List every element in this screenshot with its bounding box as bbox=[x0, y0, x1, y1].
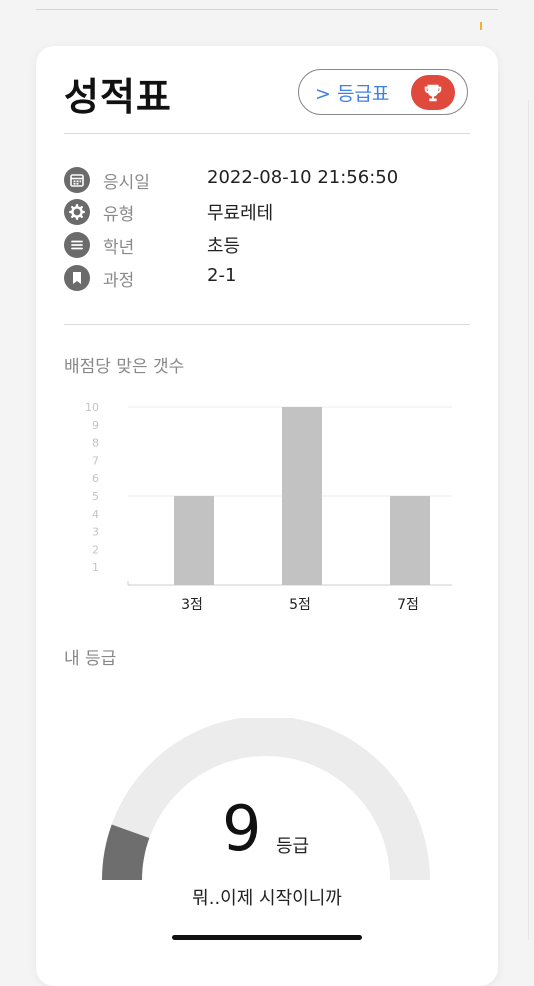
grade-table-button[interactable]: > 등급표 bbox=[298, 69, 468, 115]
gear-icon bbox=[64, 199, 90, 225]
gauge-fill bbox=[102, 824, 150, 881]
chart-bar bbox=[390, 496, 430, 585]
grade-gauge bbox=[102, 718, 430, 881]
y-tick-label: 2 bbox=[92, 543, 99, 556]
score-bar-chart: 1 2 3 4 5 6 7 8 9 10 3점 5점 7점 bbox=[85, 401, 452, 613]
info-row-grade-level: 학년 초등 bbox=[64, 232, 240, 258]
list-icon bbox=[64, 232, 90, 258]
trophy-icon bbox=[411, 75, 455, 110]
grade-number: 9 bbox=[222, 792, 262, 865]
y-tick-label: 5 bbox=[92, 490, 99, 503]
grade-section-label: 내 등급 bbox=[64, 649, 117, 669]
info-row-date: 응시일 2022-08-10 21:56:50 bbox=[64, 167, 398, 193]
y-tick-label: 6 bbox=[92, 472, 99, 485]
info-value: 2022-08-10 21:56:50 bbox=[207, 167, 399, 188]
y-tick-label: 9 bbox=[92, 419, 99, 432]
x-tick-label: 5점 bbox=[289, 597, 311, 613]
info-label: 학년 bbox=[103, 238, 135, 258]
info-divider bbox=[64, 324, 470, 325]
gauge-track bbox=[102, 718, 430, 881]
calendar-icon bbox=[64, 167, 90, 193]
page-title: 성적표 bbox=[64, 75, 172, 119]
y-tick-label: 4 bbox=[92, 508, 99, 521]
info-label: 유형 bbox=[103, 205, 135, 225]
y-tick-label: 1 bbox=[92, 561, 99, 574]
info-value: 2-1 bbox=[207, 265, 237, 286]
info-row-course: 과정 2-1 bbox=[64, 265, 236, 291]
scroll-indicator bbox=[480, 22, 482, 30]
x-tick-label: 7점 bbox=[397, 597, 419, 613]
chart-bar bbox=[174, 496, 214, 585]
top-divider bbox=[36, 9, 498, 10]
grade-table-button-label: > 등급표 bbox=[315, 82, 390, 105]
y-tick-label: 10 bbox=[85, 401, 99, 414]
info-value: 무료레테 bbox=[207, 203, 274, 224]
y-tick-label: 7 bbox=[92, 454, 99, 467]
header-divider bbox=[64, 133, 470, 134]
y-tick-label: 3 bbox=[92, 526, 99, 539]
report-card: 성적표 > 등급표 응시일 2022-08-10 21:56:50 유형 무료레… bbox=[36, 46, 498, 986]
chart-section-label: 배점당 맞은 갯수 bbox=[64, 357, 185, 377]
grade-unit: 등급 bbox=[276, 836, 310, 857]
y-tick-label: 8 bbox=[92, 437, 99, 450]
chart-bar bbox=[282, 407, 322, 585]
info-row-type: 유형 무료레테 bbox=[64, 199, 273, 225]
edge-line bbox=[528, 100, 529, 940]
bookmark-icon bbox=[64, 265, 90, 291]
x-tick-label: 3점 bbox=[181, 597, 203, 613]
info-value: 초등 bbox=[207, 236, 241, 257]
info-label: 과정 bbox=[103, 271, 135, 291]
info-label: 응시일 bbox=[103, 173, 150, 193]
grade-message: 뭐..이제 시작이니까 bbox=[192, 888, 342, 909]
home-indicator bbox=[172, 935, 362, 940]
